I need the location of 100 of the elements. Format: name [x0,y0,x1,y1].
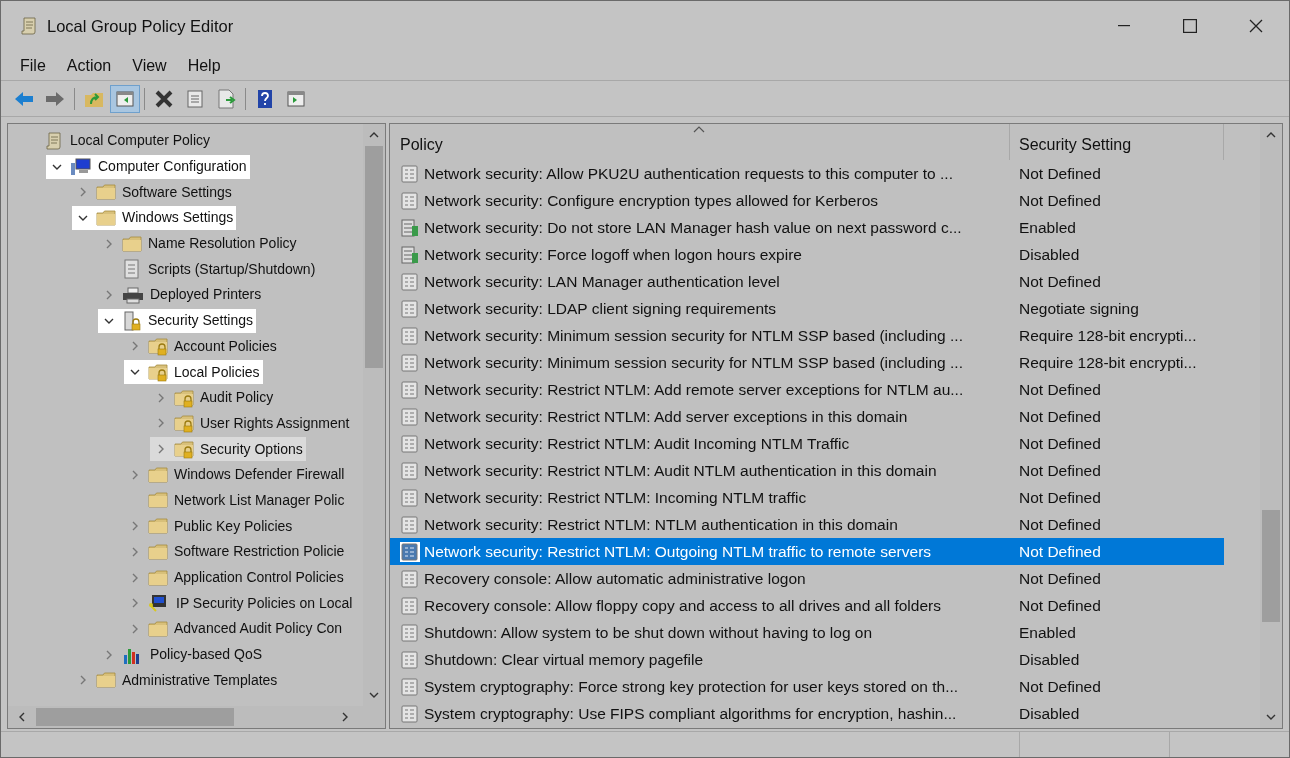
policy-row[interactable]: Network security: Restrict NTLM: Add remote server exceptions for NTLM au... Not Defined [390,376,1224,403]
policy-name: Network security: Restrict NTLM: Audit NTLM authentication in this domain [424,460,937,481]
folder-icon [96,207,116,228]
policy-row[interactable]: Network security: Allow PKU2U authentication requests to this computer to ... Not Defined [390,160,1224,187]
tree-item[interactable]: Administrative Templates [72,668,281,693]
scroll-icon [44,130,64,151]
policy-row[interactable]: Recovery console: Allow automatic administrative logon Not Defined [390,565,1224,592]
policy-name: Network security: Restrict NTLM: Outgoing NTLM traffic to remote servers [424,541,932,562]
tree-item[interactable]: Audit Policy [150,385,277,410]
policy-name: Network security: Restrict NTLM: NTLM authentication in this domain [424,514,898,535]
tree-item[interactable]: Security Settings [98,308,257,333]
menu-item[interactable]: File [11,53,55,78]
policy-row[interactable]: Network security: Restrict NTLM: Incoming NTLM traffic Not Defined [390,484,1224,511]
tree-item[interactable]: Application Control Policies [124,565,347,590]
policy-row[interactable]: Recovery console: Allow floppy copy and access to all drives and all folders Not Defined [390,592,1224,619]
tree-item[interactable]: Scripts (Startup/Shutdown) [98,257,319,282]
policy-row[interactable]: Network security: Restrict NTLM: Add server exceptions in this domain Not Defined [390,403,1224,430]
minimize-icon [1118,25,1130,27]
export-list-icon [215,87,237,110]
policy-row[interactable]: Network security: Restrict NTLM: Outgoing NTLM traffic to remote servers Not Defined [390,538,1224,565]
tree-item[interactable]: Security Options [150,437,306,462]
policy-row[interactable]: Network security: LAN Manager authentication level Not Defined [390,268,1224,295]
printer-icon [122,284,144,305]
tree-item-label: Local Computer Policy [70,131,211,151]
policy-name: Network security: LAN Manager authentication level [424,271,780,292]
locked-folder-icon [148,336,168,357]
tree-item-label: Computer Configuration [98,157,247,177]
folder-icon [148,490,168,511]
server-policy-icon [400,217,420,238]
menu-item[interactable]: Action [57,53,121,78]
tree-item[interactable]: Windows Defender Firewall [124,462,348,487]
policy-row[interactable]: Network security: Minimum session security for NTLM SSP based (including ... Require 128-bit encrypti... [390,322,1224,349]
policy-name: Recovery console: Allow automatic administrative logon [424,568,806,589]
vertical-scrollbar[interactable] [363,124,385,706]
horizontal-scrollbar[interactable] [8,706,385,728]
policy-row[interactable]: System cryptography: Use FIPS compliant algorithms for encryption, hashin... Disabled [390,700,1224,727]
tree-item[interactable]: Name Resolution Policy [98,231,300,256]
server-policy-icon [400,244,420,265]
tree-item[interactable]: Policy-based QoS [98,642,266,667]
policy-icon [400,379,420,400]
security-setting: Not Defined [1018,595,1101,616]
security-setting: Not Defined [1018,676,1101,697]
column-header[interactable]: Security Setting [1010,124,1224,160]
vertical-scrollbar[interactable] [1260,124,1282,728]
policy-row[interactable]: Network security: Minimum session security for NTLM SSP based (including ... Require 128-bit encrypti... [390,349,1224,376]
security-setting: Not Defined [1018,379,1101,400]
policy-row[interactable]: Network security: Do not store LAN Manager hash value on next password c... Enabled [390,214,1224,241]
policy-name: Network security: Minimum session security for NTLM SSP based (including ... [424,325,963,346]
tree-item[interactable]: IP Security Policies on Local [124,591,356,616]
tree-item[interactable]: Account Policies [124,334,280,359]
policy-row[interactable]: Network security: Restrict NTLM: Audit Incoming NTLM Traffic Not Defined [390,430,1224,457]
tree-item-label: Security Options [200,439,303,459]
tree-item[interactable]: Advanced Audit Policy Con [124,616,346,641]
tree-item-label: Local Policies [174,362,260,382]
security-setting: Enabled [1018,217,1076,238]
policy-name: Network security: Do not store LAN Manager hash value on next password c... [424,217,962,238]
close-icon [1249,19,1263,33]
policy-name: Shutdown: Allow system to be shut down without having to log on [424,622,873,643]
tree-item[interactable]: Local Policies [124,360,263,385]
policy-row[interactable]: Network security: LDAP client signing requirements Negotiate signing [390,295,1224,322]
policy-name: Recovery console: Allow floppy copy and access to all drives and all folders [424,595,941,616]
policy-row[interactable]: Shutdown: Allow system to be shut down without having to log on Enabled [390,619,1224,646]
tree-item[interactable]: Windows Settings [72,205,237,230]
menu-item[interactable]: Help [178,53,230,78]
policy-row[interactable]: Network security: Restrict NTLM: Audit NTLM authentication in this domain Not Defined [390,457,1224,484]
policy-icon [400,433,420,454]
policy-row[interactable]: System cryptography: Force strong key protection for user keys stored on th... Not Defined [390,673,1224,700]
tree-item[interactable]: Software Restriction Policie [124,539,348,564]
column-header[interactable]: Policy [390,124,1010,160]
tree-pane-button[interactable] [110,84,140,113]
policy-name: Network security: Minimum session security for NTLM SSP based (including ... [424,352,963,373]
scrollbar-thumb[interactable] [1262,510,1280,622]
security-setting: Not Defined [1018,514,1101,535]
tree-item[interactable]: Software Settings [72,180,235,205]
policy-icon [400,703,420,724]
security-setting: Not Defined [1018,487,1101,508]
policy-row[interactable]: Network security: Restrict NTLM: NTLM authentication in this domain Not Defined [390,511,1224,538]
policy-row[interactable]: Shutdown: Clear virtual memory pagefile Disabled [390,646,1224,673]
properties-icon [184,87,206,110]
policy-row[interactable]: Network security: Force logoff when logon hours expire Disabled [390,241,1224,268]
tree-item-label: Software Settings [122,182,232,202]
policy-row[interactable]: Network security: Configure encryption types allowed for Kerberos Not Defined [390,187,1224,214]
tree-item-label: Deployed Printers [150,285,262,305]
security-setting: Disabled [1018,244,1080,265]
tree-item[interactable]: Public Key Policies [124,514,296,539]
security-setting: Not Defined [1018,460,1101,481]
tree-item[interactable]: User Rights Assignment [150,411,353,436]
tree-item[interactable]: Network List Manager Polic [124,488,348,513]
security-setting: Disabled [1018,649,1080,670]
tree-item[interactable]: Computer Configuration [46,154,250,179]
scrollbar-thumb[interactable] [36,708,234,726]
menu-item[interactable]: View [123,53,176,78]
tree-item-label: Audit Policy [200,388,274,408]
policy-icon [400,649,420,670]
scrollbar-thumb[interactable] [365,146,383,368]
policy-icon [400,406,420,427]
tree-item[interactable]: Local Computer Policy [20,128,214,153]
tree-item[interactable]: Deployed Printers [98,282,265,307]
policy-icon [400,190,420,211]
policy-name: Network security: Force logoff when logon hours expire [424,244,802,265]
